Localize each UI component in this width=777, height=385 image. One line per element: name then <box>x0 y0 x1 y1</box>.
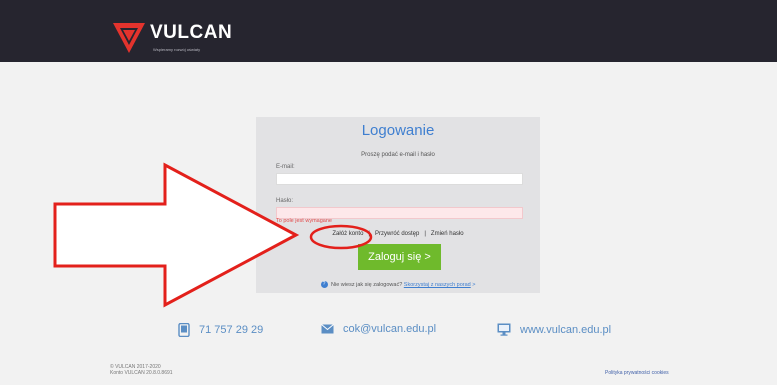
phone-number: 71 757 29 29 <box>199 324 264 336</box>
version-text: Konto VULCAN 20.8.0.8691 <box>110 370 173 376</box>
help-link[interactable]: Skorzystaj z naszych porad <box>404 282 471 288</box>
password-label: Hasło: <box>276 198 294 204</box>
phone-icon <box>178 323 190 337</box>
restore-access-link[interactable]: Przywróć dostęp <box>375 231 419 237</box>
logo-tagline: Wspieramy rozwój oświaty <box>153 47 201 52</box>
contact-phone: 71 757 29 29 <box>178 323 263 337</box>
vulcan-v-logo-icon <box>113 23 145 53</box>
contact-email: cok@vulcan.edu.pl <box>321 323 436 335</box>
email-label: E-mail: <box>276 164 295 170</box>
contact-email-link[interactable]: cok@vulcan.edu.pl <box>343 323 436 335</box>
help-arrow: > <box>472 281 476 288</box>
website-link[interactable]: www.vulcan.edu.pl <box>520 324 611 336</box>
login-subtitle: Proszę podać e-mail i hasło <box>361 152 435 158</box>
create-account-link[interactable]: Załóż konto <box>332 231 363 237</box>
header-bar: VULCAN Wspieramy rozwój oświaty <box>0 0 777 62</box>
login-button[interactable]: Zaloguj się > <box>358 244 441 270</box>
error-message: To pole jest wymagane <box>276 218 332 224</box>
contact-website: www.vulcan.edu.pl <box>497 323 611 336</box>
privacy-link[interactable]: Polityka prywatności cookies <box>605 370 669 376</box>
vulcan-logo[interactable]: VULCAN Wspieramy rozwój oświaty <box>112 20 232 60</box>
link-separator: | <box>368 231 370 237</box>
monitor-icon <box>497 323 511 336</box>
link-separator: | <box>424 231 426 237</box>
question-icon: ? <box>320 281 328 288</box>
help-row: ? Nie wiesz jak się zalogować? Skorzysta… <box>256 281 540 288</box>
mail-icon <box>321 324 334 334</box>
change-password-link[interactable]: Zmień hasło <box>431 231 464 237</box>
logo-text: VULCAN <box>150 22 233 43</box>
help-text: Nie wiesz jak się zalogować? <box>331 281 403 288</box>
login-title: Logowanie <box>361 122 435 139</box>
account-links: Załóż konto | Przywróć dostęp | Zmień hasło <box>256 231 540 237</box>
login-panel: Logowanie Proszę podać e-mail i hasło E-… <box>256 117 540 293</box>
footer-copyright: © VULCAN 2017-2020 Konto VULCAN 20.8.0.8… <box>110 364 173 376</box>
email-field[interactable] <box>276 173 523 185</box>
